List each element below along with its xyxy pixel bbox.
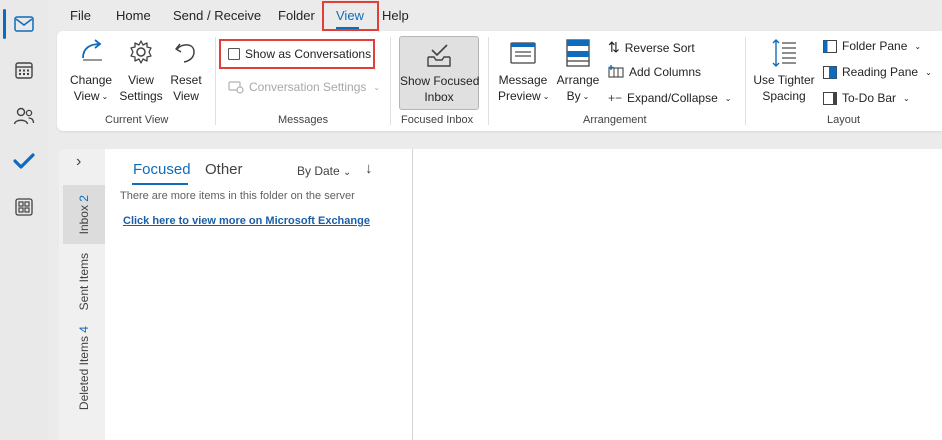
add-columns-button[interactable]: Add Columns	[608, 65, 701, 79]
chevron-down-icon: ⌄	[724, 93, 732, 103]
people-icon[interactable]	[8, 100, 40, 132]
arrange-by-icon	[566, 39, 590, 67]
gear-icon	[130, 40, 152, 64]
conversation-settings-button[interactable]: Conversation Settings ⌄	[228, 80, 380, 94]
chevron-down-icon: ⌄	[373, 82, 381, 92]
show-as-conversations-highlight	[219, 39, 375, 69]
message-preview-button[interactable]: Message Preview ⌄	[498, 38, 550, 110]
view-settings-button[interactable]: View Settings	[118, 38, 164, 110]
group-label-arrangement: Arrangement	[583, 114, 647, 126]
menu-send-receive[interactable]: Send / Receive	[173, 8, 261, 23]
expand-collapse-icon: +−	[608, 91, 623, 105]
group-label-focused-inbox: Focused Inbox	[401, 114, 474, 126]
menu-home[interactable]: Home	[116, 8, 151, 23]
menu-help[interactable]: Help	[382, 8, 409, 23]
conversation-settings-icon	[228, 81, 244, 94]
ribbon-divider	[215, 37, 216, 125]
menu-folder[interactable]: Folder	[278, 8, 315, 23]
ribbon-divider	[390, 37, 391, 125]
menu-bar: File Home Send / Receive Folder View Hel…	[48, 0, 942, 32]
group-label-layout: Layout	[827, 114, 861, 126]
folder-pane-icon	[823, 39, 837, 53]
chevron-down-icon: ⌄	[343, 167, 352, 178]
chevron-down-icon: ⌄	[903, 93, 910, 103]
ribbon: Change View ⌄ View Settings Reset View Cu…	[57, 31, 942, 131]
reverse-sort-icon: ⇅	[608, 39, 620, 55]
message-preview-icon	[510, 42, 536, 64]
focused-inbox-icon	[427, 44, 451, 67]
more-items-notice: There are more items in this folder on t…	[120, 190, 355, 202]
chevron-down-icon: ⌄	[914, 41, 922, 51]
tab-other[interactable]: Other	[205, 161, 243, 178]
chevron-down-icon: ⌄	[542, 91, 550, 101]
view-tab-highlight	[322, 1, 379, 31]
chevron-down-icon: ⌄	[101, 91, 109, 101]
sort-by-dropdown[interactable]: By Date ⌄	[297, 164, 351, 178]
item-count-badge: 4	[77, 325, 91, 333]
tab-focused[interactable]: Focused	[133, 161, 191, 178]
chevron-down-icon: ⌄	[925, 67, 932, 77]
reading-pane	[413, 149, 942, 440]
mail-icon[interactable]	[8, 8, 40, 40]
add-columns-icon	[608, 65, 624, 78]
rail-active-indicator	[3, 9, 6, 39]
folder-tab-sent-items[interactable]: Sent Items	[63, 249, 105, 315]
group-label-messages: Messages	[278, 114, 329, 126]
reading-pane-icon	[823, 65, 837, 79]
reading-pane-button[interactable]: Reading Pane ⌄	[823, 65, 932, 79]
focused-tab-underline	[132, 183, 188, 185]
todo-bar-icon	[823, 91, 837, 105]
use-tighter-spacing-button[interactable]: Use Tighter Spacing	[752, 38, 816, 110]
todo-check-icon[interactable]	[8, 145, 40, 177]
apps-icon[interactable]	[8, 191, 40, 223]
view-more-exchange-link[interactable]: Click here to view more on Microsoft Exc…	[123, 215, 370, 227]
calendar-icon[interactable]	[8, 54, 40, 86]
message-list: Focused Other By Date ⌄ ↓ There are more…	[105, 149, 412, 440]
ribbon-divider	[488, 37, 489, 125]
sort-direction-arrow-icon[interactable]: ↓	[365, 160, 373, 177]
folder-pane-button[interactable]: Folder Pane ⌄	[823, 39, 921, 53]
show-focused-inbox-button[interactable]: Show Focused Inbox	[399, 36, 479, 110]
reset-view-button[interactable]: Reset View	[168, 38, 204, 110]
group-label-current-view: Current View	[105, 114, 169, 126]
change-view-button[interactable]: Change View ⌄	[70, 38, 112, 110]
arrange-by-button[interactable]: Arrange By ⌄	[554, 38, 602, 110]
ribbon-divider	[745, 37, 746, 125]
expand-collapse-button[interactable]: +− Expand/Collapse ⌄	[608, 91, 731, 105]
expand-folder-pane-chevron-icon[interactable]: ›	[76, 153, 92, 173]
change-view-icon	[82, 39, 102, 61]
tighter-spacing-icon	[772, 39, 796, 67]
chevron-down-icon: ⌄	[582, 91, 590, 101]
folder-tab-deleted-items[interactable]: Deleted Items 4	[63, 322, 105, 414]
menu-file[interactable]: File	[70, 8, 91, 23]
reset-icon	[175, 43, 195, 63]
folder-tab-inbox[interactable]: Inbox 2	[63, 185, 105, 244]
app-rail	[0, 0, 48, 440]
todo-bar-button[interactable]: To-Do Bar ⌄	[823, 91, 910, 105]
reverse-sort-button[interactable]: ⇅ Reverse Sort	[608, 39, 695, 56]
unread-count-badge: 2	[77, 194, 91, 202]
